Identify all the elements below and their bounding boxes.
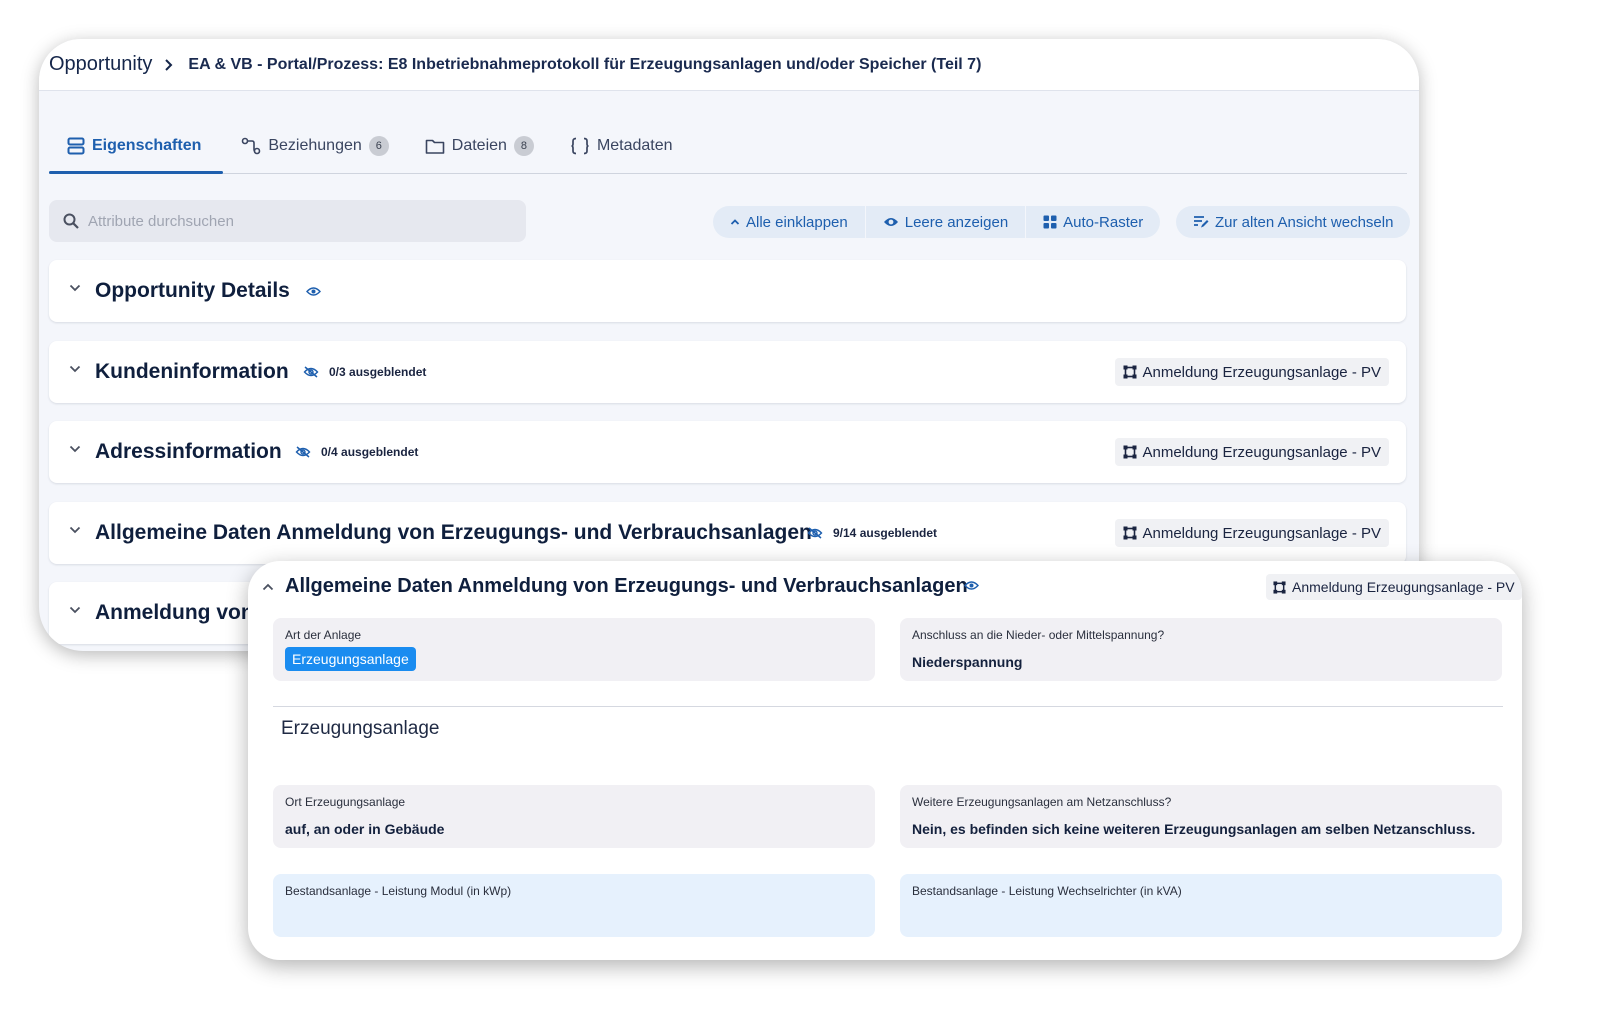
hidden-count[interactable]: 0/3 ausgeblendet <box>303 365 426 379</box>
divider <box>273 706 1503 707</box>
tab-label: Dateien <box>451 137 507 154</box>
field-ort-erzeugungsanlage[interactable]: Ort Erzeugungsanlage auf, an oder in Geb… <box>273 785 875 848</box>
tab-beziehungen[interactable]: Beziehungen 6 <box>223 119 406 173</box>
tab-bar: Eigenschaften Beziehungen 6 Dateien 8 Me… <box>49 119 1407 174</box>
button-label: Zur alten Ansicht wechseln <box>1215 213 1394 231</box>
form-tag: Anmeldung Erzeugungsanlage - PV <box>1114 438 1389 466</box>
field-value: Niederspannung <box>912 654 1023 670</box>
field-art-der-anlage[interactable]: Art der Anlage Erzeugungsanlage <box>273 618 875 681</box>
hidden-count[interactable]: 0/4 ausgeblendet <box>295 445 418 459</box>
form-tag-label: Anmeldung Erzeugungsanlage - PV <box>1142 363 1382 381</box>
properties-icon <box>67 137 85 155</box>
button-label: Alle einklappen <box>746 213 848 231</box>
chevron-down-icon <box>69 445 81 453</box>
section-adressinformation[interactable]: Adressinformation 0/4 ausgeblendet Anmel… <box>49 421 1406 483</box>
field-label: Art der Anlage <box>285 628 362 642</box>
tab-metadaten[interactable]: Metadaten <box>552 119 691 173</box>
form-tag-label: Anmeldung Erzeugungsanlage - PV <box>1292 579 1515 595</box>
field-leistung-wechselrichter[interactable]: Bestandsanlage - Leistung Wechselrichter… <box>900 874 1502 937</box>
subsection-heading: Erzeugungsanlage <box>281 718 440 739</box>
section-kundeninformation[interactable]: Kundeninformation 0/3 ausgeblendet Anmel… <box>49 341 1406 403</box>
field-label: Anschluss an die Nieder- oder Mittelspan… <box>912 628 1165 642</box>
breadcrumb-root-link[interactable]: Opportunity <box>49 53 152 76</box>
search-input[interactable] <box>88 212 488 230</box>
field-label: Weitere Erzeugungsanlagen am Netzanschlu… <box>912 795 1172 809</box>
view-toolbar: Alle einklappen Leere anzeigen Auto-Rast… <box>713 206 1161 238</box>
eye-off-icon <box>807 527 823 539</box>
breadcrumb-current: EA & VB - Portal/Prozess: E8 Inbetriebna… <box>188 55 982 73</box>
field-leistung-modul[interactable]: Bestandsanlage - Leistung Modul (in kWp) <box>273 874 875 937</box>
form-template-icon <box>1273 580 1286 594</box>
chevron-up-icon[interactable] <box>262 583 274 591</box>
expanded-section-panel: Allgemeine Daten Anmeldung von Erzeugung… <box>248 561 1522 960</box>
hidden-count-label: 0/4 ausgeblendet <box>321 445 419 459</box>
button-label: Auto-Raster <box>1063 213 1144 231</box>
search-icon <box>63 213 79 229</box>
field-label: Ort Erzeugungsanlage <box>285 795 406 809</box>
field-anschluss-spannung[interactable]: Anschluss an die Nieder- oder Mittelspan… <box>900 618 1502 681</box>
relations-icon <box>242 137 261 155</box>
form-tag: Anmeldung Erzeugungsanlage - PV <box>1266 574 1522 600</box>
eye-off-icon <box>295 446 311 458</box>
count-badge: 6 <box>368 136 389 156</box>
chevron-down-icon <box>69 284 81 292</box>
braces-icon <box>571 137 589 155</box>
field-label: Bestandsanlage - Leistung Modul (in kWp) <box>285 884 512 898</box>
count-badge: 8 <box>513 136 534 156</box>
section-title: Adressinformation <box>95 440 282 463</box>
value-chip: Erzeugungsanlage <box>285 647 416 671</box>
auto-grid-button[interactable]: Auto-Raster <box>1026 206 1160 238</box>
form-tag-label: Anmeldung Erzeugungsanlage - PV <box>1142 524 1382 542</box>
section-title: Allgemeine Daten Anmeldung von Erzeugung… <box>285 575 968 597</box>
form-tag-label: Anmeldung Erzeugungsanlage - PV <box>1142 443 1382 461</box>
breadcrumb: Opportunity EA & VB - Portal/Prozess: E8… <box>39 39 1419 91</box>
tab-label: Metadaten <box>596 137 673 154</box>
field-value: Nein, es befinden sich keine weiteren Er… <box>912 821 1476 837</box>
field-weitere-erzeugungsanlagen[interactable]: Weitere Erzeugungsanlagen am Netzanschlu… <box>900 785 1502 848</box>
eye-off-icon <box>303 366 319 378</box>
switch-view-button[interactable]: Zur alten Ansicht wechseln <box>1176 206 1411 238</box>
section-opportunity-details[interactable]: Opportunity Details <box>49 260 1406 322</box>
section-title: Opportunity Details <box>95 279 290 302</box>
chevron-right-icon <box>164 58 174 71</box>
section-title: Allgemeine Daten Anmeldung von Erzeugung… <box>95 521 812 544</box>
section-allgemeine-daten[interactable]: Allgemeine Daten Anmeldung von Erzeugung… <box>49 502 1406 564</box>
form-template-icon <box>1123 526 1136 540</box>
tab-eigenschaften[interactable]: Eigenschaften <box>49 119 224 174</box>
properties-window: Opportunity EA & VB - Portal/Prozess: E8… <box>39 39 1419 651</box>
show-empty-button[interactable]: Leere anzeigen <box>866 206 1027 238</box>
form-template-icon <box>1123 365 1136 379</box>
attribute-search <box>49 200 526 242</box>
eye-icon[interactable] <box>306 286 321 297</box>
eye-icon[interactable] <box>964 580 979 591</box>
form-tag: Anmeldung Erzeugungsanlage - PV <box>1114 358 1389 386</box>
tab-label: Beziehungen <box>268 137 362 154</box>
field-label: Bestandsanlage - Leistung Wechselrichter… <box>912 884 1182 898</box>
section-title: Anmeldung von <box>95 601 254 624</box>
tab-dateien[interactable]: Dateien 8 <box>407 119 552 173</box>
grid-icon <box>1043 215 1057 229</box>
folder-icon <box>425 139 445 154</box>
chevron-down-icon <box>69 606 81 614</box>
tab-label: Eigenschaften <box>92 137 202 154</box>
eye-icon <box>883 218 898 226</box>
hidden-count[interactable]: 9/14 ausgeblendet <box>807 526 937 540</box>
form-template-icon <box>1123 445 1136 459</box>
field-value: auf, an oder in Gebäude <box>285 821 445 837</box>
hidden-count-label: 9/14 ausgeblendet <box>833 526 938 540</box>
edit-list-icon <box>1194 216 1209 228</box>
chevron-up-icon <box>730 219 740 225</box>
form-tag: Anmeldung Erzeugungsanlage - PV <box>1114 519 1389 547</box>
section-title: Kundeninformation <box>95 360 289 383</box>
collapse-all-button[interactable]: Alle einklappen <box>713 206 866 238</box>
button-label: Leere anzeigen <box>904 213 1009 231</box>
chevron-down-icon <box>69 365 81 373</box>
hidden-count-label: 0/3 ausgeblendet <box>329 365 427 379</box>
chevron-down-icon <box>69 526 81 534</box>
